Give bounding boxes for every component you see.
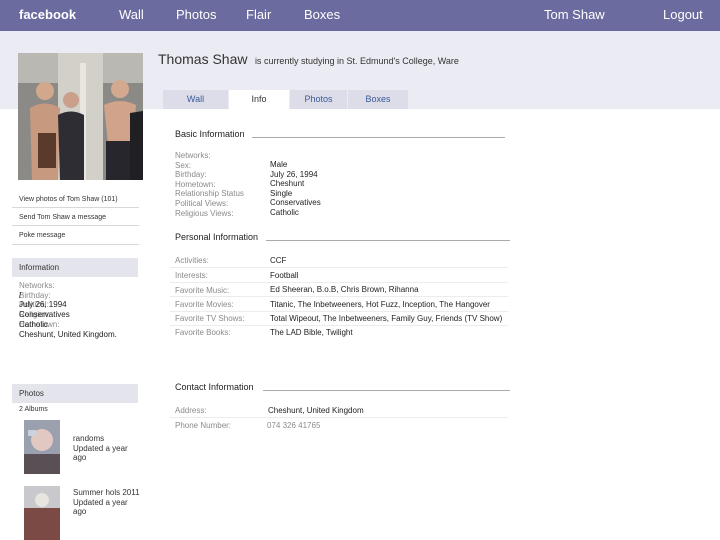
- albums-count[interactable]: 2 Albums: [19, 406, 48, 413]
- nav-flair-link[interactable]: Flair: [246, 7, 271, 22]
- tab-info[interactable]: Info: [229, 90, 289, 109]
- section-divider: [252, 137, 505, 138]
- contact-information-title: Contact Information: [175, 382, 254, 392]
- profile-picture[interactable]: [18, 53, 143, 180]
- album-info: Summer hols 2011 Updated a year ago: [73, 488, 143, 517]
- basic-info-label: Relationship Status: [175, 189, 244, 199]
- row-divider: [170, 417, 508, 418]
- send-message-link[interactable]: Send Tom Shaw a message: [19, 214, 106, 221]
- info-value: /: [19, 290, 22, 300]
- nav-user-link[interactable]: Tom Shaw: [544, 7, 605, 22]
- personal-info-label: Favorite Books:: [175, 328, 231, 337]
- personal-info-value[interactable]: Titanic, The Inbetweeners, Hot Fuzz, Inc…: [270, 300, 490, 309]
- basic-info-label: Networks:: [175, 151, 211, 160]
- basic-info-label: Sex:: [175, 160, 192, 170]
- row-divider: [170, 311, 508, 312]
- poke-link[interactable]: Poke message: [19, 232, 65, 239]
- basic-info-label: Political Views:: [175, 198, 229, 208]
- info-label: Networks:: [19, 281, 55, 290]
- info-value: Conservatives: [19, 310, 70, 320]
- logout-link[interactable]: Logout: [663, 7, 703, 22]
- personal-info-label: Favorite Movies:: [175, 300, 234, 309]
- album-title[interactable]: Summer hols 2011: [73, 488, 143, 498]
- info-label: Birthday:: [19, 290, 51, 300]
- photos-header: Photos: [12, 384, 138, 403]
- top-navigation-bar: facebook Wall Photos Flair Boxes Tom Sha…: [0, 0, 720, 31]
- basic-info-value: Male: [270, 160, 288, 169]
- basic-info-labels: Networks: Sex: Birthday: Hometown: Relat…: [175, 151, 244, 218]
- address-label: Address:: [175, 406, 207, 415]
- row-divider: [170, 267, 508, 268]
- tab-photos[interactable]: Photos: [290, 90, 347, 109]
- basic-info-value: Catholic: [270, 207, 299, 217]
- phone-label: Phone Number:: [175, 421, 232, 430]
- section-divider: [266, 240, 510, 241]
- personal-info-value[interactable]: Ed Sheeran, B.o.B, Chris Brown, Rihanna: [270, 285, 419, 294]
- personal-info-label: Favorite TV Shows:: [175, 314, 245, 323]
- personal-info-value: CCF: [270, 256, 287, 265]
- tab-boxes[interactable]: Boxes: [348, 90, 408, 109]
- album-thumbnail[interactable]: [24, 486, 60, 540]
- basic-info-label: Hometown:: [175, 179, 216, 189]
- nav-wall-link[interactable]: Wall: [119, 7, 144, 22]
- sidebar-divider: [12, 244, 139, 245]
- nav-photos-link[interactable]: Photos: [176, 7, 216, 22]
- address-value: Cheshunt, United Kingdom: [268, 406, 364, 415]
- information-header: Information: [12, 258, 138, 277]
- info-value: Catholic: [19, 319, 48, 329]
- row-divider: [170, 296, 508, 297]
- view-photos-link[interactable]: View photos of Tom Shaw (101): [19, 196, 118, 203]
- personal-info-value[interactable]: The LAD Bible, Twilight: [270, 328, 353, 337]
- sidebar-divider: [12, 207, 139, 208]
- personal-information-title: Personal Information: [175, 232, 259, 242]
- personal-info-label: Activities:: [175, 256, 209, 265]
- basic-info-value: Conservatives: [270, 198, 321, 208]
- info-value: July 26, 1994: [19, 300, 67, 310]
- album-cover-image: [24, 420, 60, 474]
- sidebar-information: Networks: / Birthday: July 26, 1994 Poli…: [19, 281, 117, 339]
- nav-boxes-link[interactable]: Boxes: [304, 7, 340, 22]
- album-updated: Updated a year ago: [73, 443, 128, 463]
- tab-wall[interactable]: Wall: [163, 90, 228, 109]
- basic-info-label: Religious Views:: [175, 208, 234, 218]
- section-divider: [263, 390, 510, 391]
- basic-info-values: Male July 26, 1994 Cheshunt Single Conse…: [270, 160, 321, 218]
- album-title[interactable]: randoms: [73, 434, 143, 444]
- basic-info-value: July 26, 1994: [270, 169, 318, 179]
- personal-info-value[interactable]: Total Wipeout, The Inbetweeners, Family …: [270, 314, 502, 323]
- basic-info-value: Single: [270, 188, 293, 198]
- basic-information-title: Basic Information: [175, 129, 245, 139]
- profile-headline: Thomas Shaw is currently studying in St.…: [158, 51, 459, 69]
- profile-status: is currently studying in St. Edmund's Co…: [254, 56, 459, 66]
- album-updated: Updated a year ago: [73, 497, 128, 517]
- sidebar-divider: [12, 225, 139, 226]
- row-divider: [170, 325, 508, 326]
- personal-info-label: Interests:: [175, 271, 208, 280]
- phone-value: 074 326 41765: [267, 421, 321, 430]
- album-info: randoms Updated a year ago: [73, 434, 143, 463]
- personal-info-label: Favorite Music:: [175, 286, 230, 295]
- basic-info-label: Birthday:: [175, 170, 207, 180]
- album-cover-image: [24, 486, 60, 540]
- personal-info-value[interactable]: Football: [270, 271, 298, 280]
- row-divider: [170, 282, 508, 283]
- profile-picture-image: [18, 53, 143, 180]
- album-thumbnail[interactable]: [24, 420, 60, 474]
- info-value: Cheshunt, United Kingdom.: [19, 329, 117, 339]
- profile-name: Thomas Shaw: [158, 51, 248, 67]
- facebook-logo[interactable]: facebook: [19, 7, 76, 22]
- basic-info-value: Cheshunt: [270, 179, 305, 189]
